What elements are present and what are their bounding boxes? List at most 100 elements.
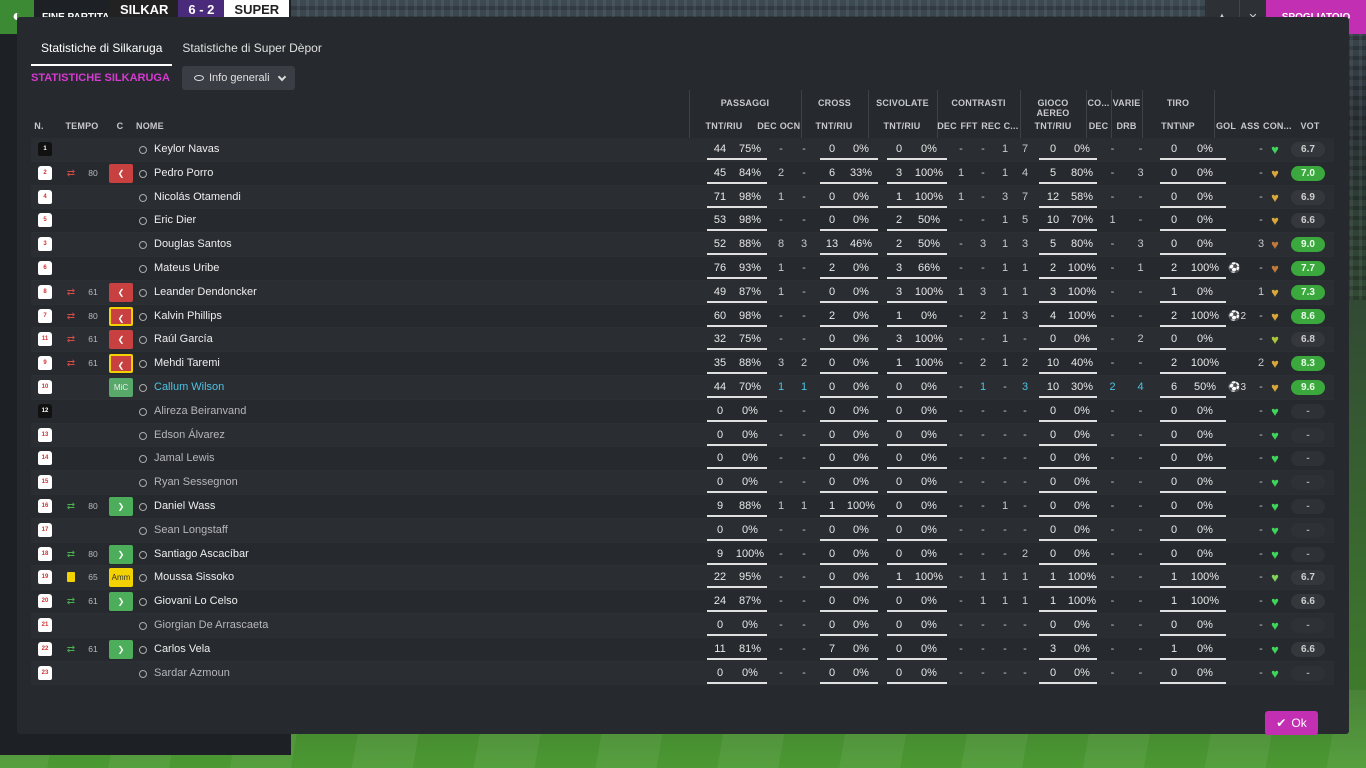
player-name[interactable]: Moussa Sissoko — [154, 566, 234, 589]
player-name[interactable]: Giorgian De Arrascaeta — [154, 614, 268, 637]
player-name[interactable]: Daniel Wass — [154, 495, 215, 518]
player-name[interactable]: Callum Wilson — [154, 376, 224, 399]
table-row[interactable]: 13 Edson Álvarez 0 0% - -0 0% 0 0% - - - -0 0% - -0 0% - ♥… — [31, 423, 1334, 448]
col-header-drb[interactable]: DRB — [1111, 121, 1142, 131]
player-info-icon[interactable] — [139, 383, 147, 392]
player-name[interactable]: Edson Álvarez — [154, 424, 225, 447]
player-info-icon[interactable] — [139, 479, 147, 488]
substitution-status-badge[interactable]: ❮ — [109, 354, 133, 374]
table-row[interactable]: 14 Jamal Lewis 0 0% - -0 0% 0 0% - - - -0 0% - -0 0% - ♥ - — [31, 447, 1334, 472]
col-header-c-dots[interactable]: C... — [1002, 121, 1020, 131]
table-row[interactable]: 5 Eric Dier 53 98% - -0 0% 2 50% - -1 5 10 70% 1-0 0% - ♥… — [31, 209, 1334, 234]
player-info-icon[interactable] — [139, 669, 147, 678]
player-info-icon[interactable] — [139, 360, 147, 369]
player-name[interactable]: Raúl García — [154, 328, 213, 351]
player-info-icon[interactable] — [139, 455, 147, 464]
col-header-con[interactable]: CON... — [1263, 121, 1292, 131]
player-name[interactable]: Douglas Santos — [154, 233, 232, 256]
view-dropdown[interactable]: Info generali — [182, 66, 295, 90]
player-info-icon[interactable] — [139, 241, 147, 250]
table-row[interactable]: 22 ⇄ 61 ❯ Carlos Vela 11 81% - -7 0% 0 0% - - - -3 0% - -1… — [31, 637, 1334, 662]
table-row[interactable]: 15 Ryan Sessegnon 0 0% - -0 0% 0 0% - - - -0 0% - -0 0% -… — [31, 471, 1334, 495]
table-row[interactable]: 10 MiC Callum Wilson 44 70% 1 1 0 0% 0 0% -1-3 10 30%… — [31, 375, 1334, 400]
tab-home-stats[interactable]: Statistiche di Silkaruga — [31, 35, 173, 66]
player-name[interactable]: Mateus Uribe — [154, 257, 219, 280]
player-info-icon[interactable] — [139, 336, 147, 345]
col-header-rec[interactable]: REC — [980, 121, 1002, 131]
player-info-icon[interactable] — [139, 193, 147, 202]
player-info-icon[interactable] — [139, 598, 147, 607]
substitution-status-badge[interactable]: MiC — [109, 377, 133, 397]
table-row[interactable]: 4 Nicolás Otamendi 71 98% 1-0 0% 1 100% 1-3 7 12 58… — [31, 185, 1334, 210]
player-name[interactable]: Eric Dier — [154, 209, 196, 232]
player-name[interactable]: Santiago Ascacíbar — [154, 543, 249, 566]
table-row[interactable]: 19 65 Amm Moussa Sissoko 22 95% - -0 0% 1 100% -1 1 1… — [31, 566, 1334, 591]
player-info-icon[interactable] — [139, 526, 147, 535]
table-row[interactable]: 23 Sardar Azmoun 0 0% - -0 0% 0 0% - - - -0 0% - -0 0% - ♥… — [31, 661, 1334, 686]
table-row[interactable]: 2 ⇄ 80 ❮ Pedro Porro 45 84% 2-6 33% 3 100% 1-1 4 5 80%… — [31, 161, 1334, 186]
col-header-cross-att[interactable]: TNT/RIU — [804, 121, 864, 131]
player-info-icon[interactable] — [139, 146, 147, 154]
substitution-status-badge[interactable]: ❯ — [109, 592, 133, 612]
col-header-shot-np[interactable]: TNT\NP — [1146, 121, 1210, 131]
substitution-status-badge[interactable]: ❮ — [109, 330, 133, 350]
player-name[interactable]: Kalvin Phillips — [154, 305, 222, 328]
substitution-status-badge[interactable]: ❯ — [109, 544, 133, 564]
player-info-icon[interactable] — [139, 645, 147, 654]
table-row[interactable]: 18 ⇄ 80 ❯ Santiago Ascacíbar 9 100% - -0 0% 0 0% - - -… — [31, 542, 1334, 567]
table-row[interactable]: 21 Giorgian De Arrascaeta 0 0% - -0 0% 0 0% - - - -0… — [31, 613, 1334, 638]
player-name[interactable]: Pedro Porro — [154, 162, 213, 185]
table-row[interactable]: 16 ⇄ 80 ❯ Daniel Wass 9 88% 1 1 1 100% 0 0% - -1-0 0% - -… — [31, 494, 1334, 519]
table-row[interactable]: 6 Mateus Uribe 76 93% 1-2 0% 3 66% - -1 1 2 100% -1 2 1… — [31, 256, 1334, 281]
table-row[interactable]: 11 ⇄ 61 ❮ Raúl García 32 75% - -0 0% 3 100% - -1-0 0% -… — [31, 328, 1334, 353]
player-info-icon[interactable] — [139, 502, 147, 511]
col-header-name[interactable]: NOME — [136, 121, 166, 131]
player-info-icon[interactable] — [139, 264, 147, 273]
player-name[interactable]: Giovani Lo Celso — [154, 590, 238, 613]
table-row[interactable]: 8 ⇄ 61 ❮ Leander Dendoncker 49 87% 1-0 0% 3 100% 1 3… — [31, 280, 1334, 305]
col-header-number[interactable]: N. — [31, 121, 47, 131]
player-name[interactable]: Sardar Azmoun — [154, 662, 230, 685]
player-info-icon[interactable] — [139, 312, 147, 321]
col-header-tackle-att[interactable]: TNT/RIU — [872, 121, 932, 131]
ok-button[interactable]: ✔ Ok — [1265, 711, 1318, 735]
table-row[interactable]: 17 Sean Longstaff 0 0% - -0 0% 0 0% - - - -0 0% - -0 0% -… — [31, 518, 1334, 543]
substitution-status-badge[interactable]: ❮ — [109, 282, 133, 302]
player-name[interactable]: Nicolás Otamendi — [154, 186, 241, 209]
col-header-pass-dec[interactable]: DEC — [756, 121, 778, 131]
table-row[interactable]: 9 ⇄ 61 ❮ Mehdi Taremi 35 88% 3 2 0 0% 1 100% -2 1 2 10 40… — [31, 352, 1334, 376]
player-info-icon[interactable] — [139, 217, 147, 226]
col-header-assists[interactable]: ASS — [1239, 121, 1261, 131]
player-info-icon[interactable] — [139, 288, 147, 297]
substitution-status-badge[interactable]: Amm — [109, 568, 133, 588]
table-row[interactable]: 3 Douglas Santos 52 88% 8 3 13 46% 2 50% -3 1 3 5 80% -… — [31, 233, 1334, 257]
player-name[interactable]: Sean Longstaff — [154, 519, 228, 542]
player-name[interactable]: Alireza Beiranvand — [154, 400, 246, 423]
col-header-co-dec[interactable]: DEC — [1086, 121, 1111, 131]
tab-away-stats[interactable]: Statistiche di Super Dèpor — [172, 35, 331, 66]
table-row[interactable]: 20 ⇄ 61 ❯ Giovani Lo Celso 24 87% - -0 0% 0 0% -1 1 1 1… — [31, 590, 1334, 614]
table-row[interactable]: 7 ⇄ 80 ❮ Kalvin Phillips 60 98% - -2 0% 1 0% -2 1 3 4 10… — [31, 304, 1334, 329]
col-header-fft[interactable]: FFT — [959, 121, 979, 131]
table-row[interactable]: 12 Alireza Beiranvand 0 0% - -0 0% 0 0% - - - -0 0% - -… — [31, 399, 1334, 424]
table-row[interactable]: 1 Keylor Navas 44 75% - -0 0% 0 0% - -1 7 0 0% - -0 0% - ♥… — [31, 138, 1334, 162]
player-info-icon[interactable] — [139, 169, 147, 178]
substitution-status-badge[interactable]: ❮ — [109, 306, 133, 326]
player-info-icon[interactable] — [139, 407, 147, 416]
col-header-c[interactable]: C — [113, 121, 127, 131]
col-header-duel-dec[interactable]: DEC — [937, 121, 957, 131]
col-header-rating[interactable]: VOT — [1297, 121, 1323, 131]
substitution-status-badge[interactable]: ❮ — [109, 163, 133, 183]
player-name[interactable]: Mehdi Taremi — [154, 352, 220, 375]
player-name[interactable]: Leander Dendoncker — [154, 281, 257, 304]
col-header-pass-ocn[interactable]: OCN — [778, 121, 802, 131]
col-header-time[interactable]: TEMPO — [61, 121, 103, 131]
player-info-icon[interactable] — [139, 431, 147, 440]
substitution-status-badge[interactable]: ❯ — [109, 496, 133, 516]
player-name[interactable]: Jamal Lewis — [154, 447, 215, 470]
player-name[interactable]: Carlos Vela — [154, 638, 210, 661]
player-name[interactable]: Ryan Sessegnon — [154, 471, 238, 494]
player-info-icon[interactable] — [139, 550, 147, 559]
player-info-icon[interactable] — [139, 574, 147, 583]
col-header-pass-att[interactable]: TNT/RIU — [699, 121, 749, 131]
